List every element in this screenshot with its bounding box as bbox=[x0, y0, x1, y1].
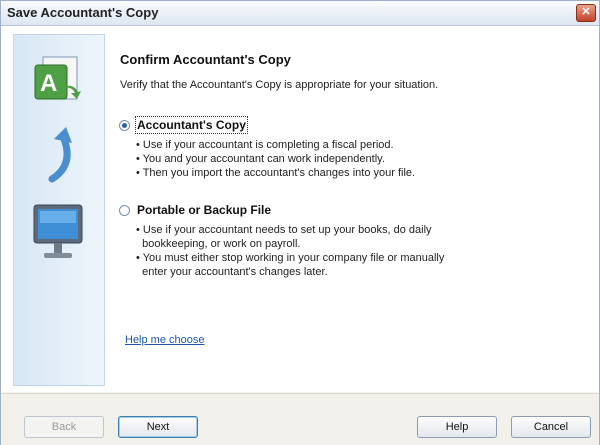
radio-button-selected[interactable] bbox=[119, 119, 130, 131]
list-item: • Use if your accountant needs to set up… bbox=[136, 224, 432, 236]
dialog-window: Save Accountant's Copy ✕ A Confirm Accou… bbox=[0, 0, 600, 445]
next-button[interactable]: Next bbox=[118, 416, 198, 438]
portable-backup-radio-option[interactable]: Portable or Backup File bbox=[119, 203, 271, 217]
list-item: • You and your accountant can work indep… bbox=[136, 153, 385, 165]
accountants-copy-label[interactable]: Accountant's Copy bbox=[135, 116, 248, 134]
page-subheading: Verify that the Accountant's Copy is app… bbox=[120, 79, 439, 91]
window-title: Save Accountant's Copy bbox=[7, 5, 159, 20]
list-item: • You must either stop working in your c… bbox=[136, 252, 445, 264]
radio-button-unselected[interactable] bbox=[119, 204, 130, 216]
dialog-content: A Confirm Accountant's Copy Verify that … bbox=[1, 26, 599, 392]
curved-arrow-icon bbox=[48, 127, 72, 183]
close-button[interactable]: ✕ bbox=[576, 4, 596, 22]
accountants-copy-description: • Use if your accountant is completing a… bbox=[136, 138, 415, 180]
list-item: bookkeeping, or work on payroll. bbox=[136, 238, 301, 250]
computer-monitor-icon bbox=[33, 204, 83, 258]
list-item: • Use if your accountant is completing a… bbox=[136, 139, 394, 151]
back-button[interactable]: Back bbox=[24, 416, 104, 438]
list-item: enter your accountant's changes later. bbox=[136, 266, 328, 278]
portable-backup-description: • Use if your accountant needs to set up… bbox=[136, 223, 444, 279]
accountants-copy-radio-option[interactable]: Accountant's Copy bbox=[119, 116, 248, 134]
button-bar: Back Next Help Cancel bbox=[1, 393, 599, 445]
help-button[interactable]: Help bbox=[417, 416, 497, 438]
document-letter-a-icon: A bbox=[34, 56, 81, 100]
title-bar[interactable]: Save Accountant's Copy ✕ bbox=[1, 1, 599, 26]
help-me-choose-link[interactable]: Help me choose bbox=[125, 334, 205, 346]
cancel-button[interactable]: Cancel bbox=[511, 416, 591, 438]
list-item: • Then you import the accountant's chang… bbox=[136, 167, 416, 179]
portable-backup-label[interactable]: Portable or Backup File bbox=[137, 203, 271, 217]
page-heading: Confirm Accountant's Copy bbox=[120, 52, 291, 67]
side-illustration-panel: A bbox=[13, 34, 105, 386]
svg-text:A: A bbox=[40, 70, 57, 97]
